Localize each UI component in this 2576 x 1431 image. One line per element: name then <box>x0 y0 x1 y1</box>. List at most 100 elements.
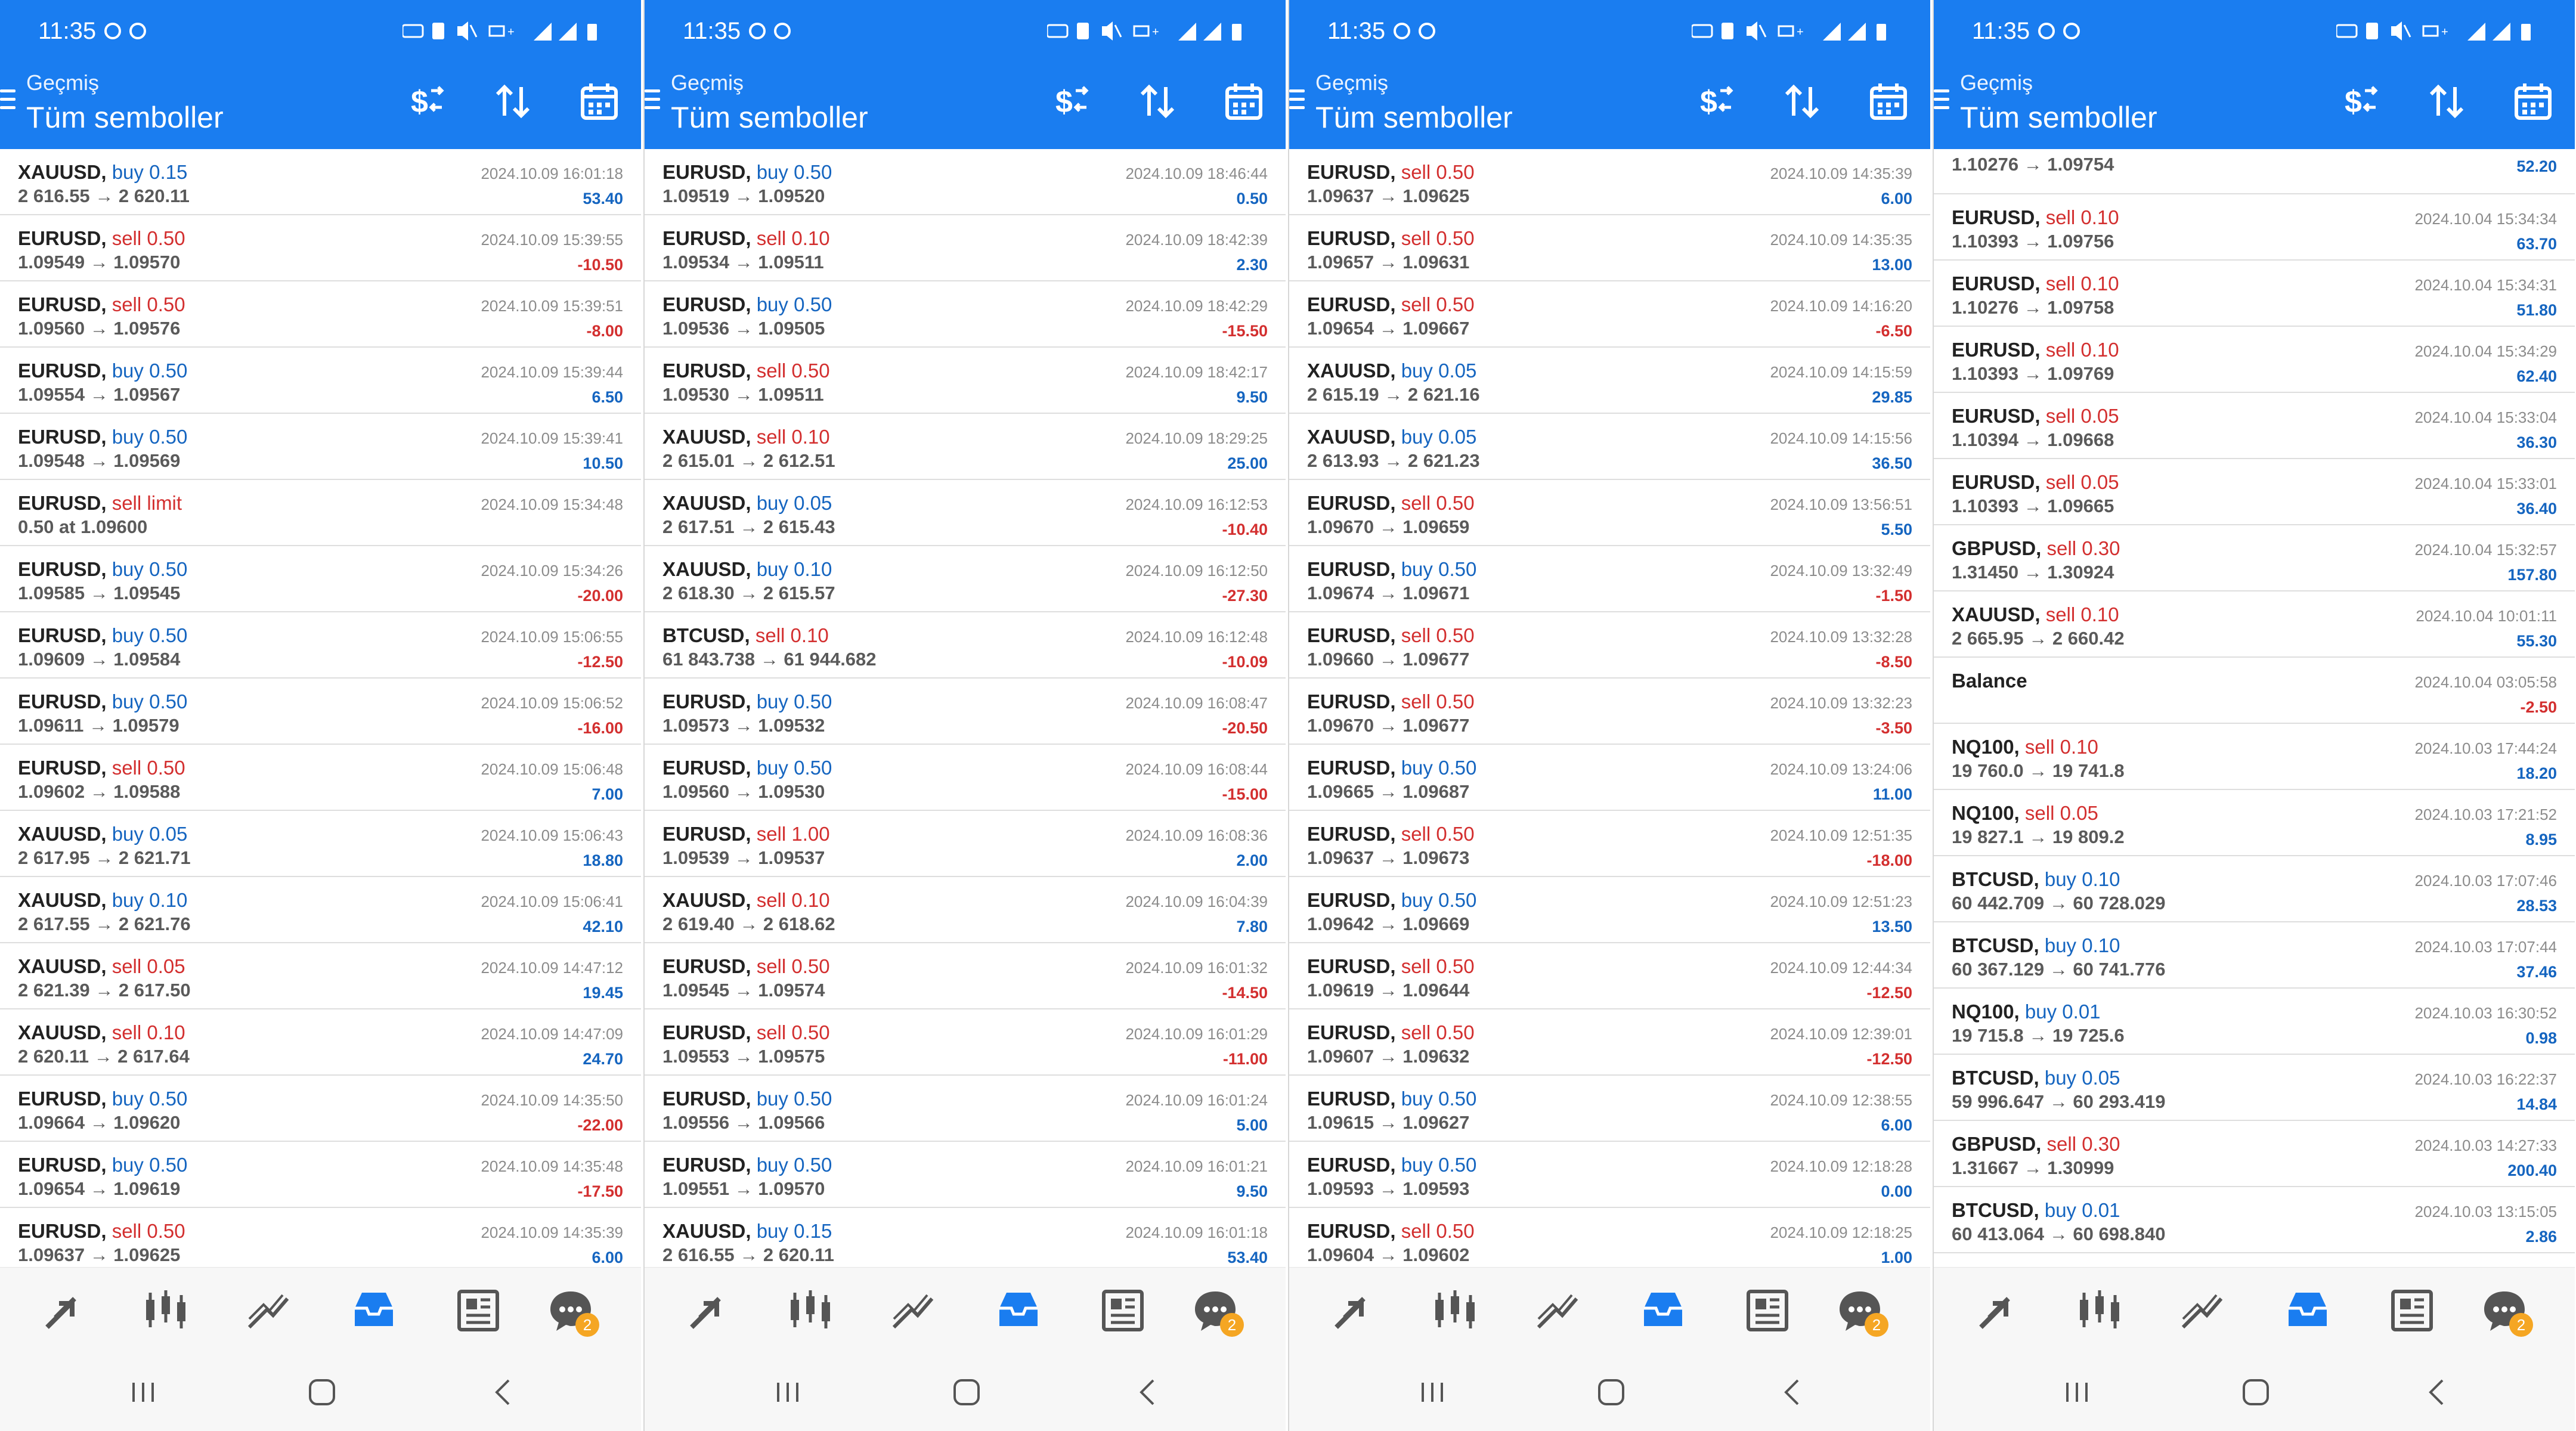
news-nav-icon[interactable] <box>1097 1286 1147 1336</box>
trade-row[interactable]: Balance 2024.10.04 03:05:58 -2.50 <box>1934 658 2575 724</box>
trade-nav-icon[interactable] <box>243 1286 293 1336</box>
chart-nav-icon[interactable] <box>140 1286 190 1336</box>
history-list[interactable]: XAUUSD, buy 0.15 2 616.55 → 2 620.11 202… <box>0 149 641 1267</box>
chart-nav-icon[interactable] <box>785 1286 835 1336</box>
currency-filter-icon[interactable]: $ <box>402 78 450 125</box>
calendar-icon[interactable] <box>575 78 623 125</box>
trade-row[interactable]: EURUSD, buy 0.50 1.09593 → 1.09593 2024.… <box>1289 1142 1930 1208</box>
trade-row[interactable]: EURUSD, sell 1.00 1.09539 → 1.09537 2024… <box>645 811 1286 877</box>
trade-row[interactable]: NQ100, sell 0.05 19 827.1 → 19 809.2 202… <box>1934 790 2575 856</box>
trade-row[interactable]: NQ100, buy 0.01 19 715.8 → 19 725.6 2024… <box>1934 989 2575 1055</box>
header-title[interactable]: Tüm semboller <box>671 100 868 135</box>
trade-row[interactable]: XAUUSD, sell 0.05 2 621.39 → 2 617.50 20… <box>0 943 641 1009</box>
trade-row[interactable]: EURUSD, buy 0.50 1.09548 → 1.09569 2024.… <box>0 414 641 480</box>
chart-nav-icon[interactable] <box>1429 1286 1479 1336</box>
history-list[interactable]: EURUSD, sell 0.50 1.09637 → 1.09625 2024… <box>1289 149 1930 1267</box>
hamburger-menu-icon[interactable] <box>1289 89 1305 113</box>
quotes-nav-icon[interactable] <box>683 1286 733 1336</box>
trade-row[interactable]: EURUSD, sell 0.10 1.09534 → 1.09511 2024… <box>645 215 1286 281</box>
trade-row[interactable]: EURUSD, sell 0.50 1.09670 → 1.09659 2024… <box>1289 480 1930 546</box>
sort-icon[interactable] <box>1778 78 1826 125</box>
trade-row[interactable]: EURUSD, sell 0.50 1.09530 → 1.09511 2024… <box>645 348 1286 414</box>
trade-row[interactable]: XAUUSD, buy 0.10 2 618.30 → 2 615.57 202… <box>645 546 1286 612</box>
trade-row[interactable]: EURUSD, buy 0.50 1.09654 → 1.09619 2024.… <box>0 1142 641 1208</box>
trade-row[interactable]: EURUSD, sell 0.50 1.09657 → 1.09631 2024… <box>1289 215 1930 281</box>
trade-row[interactable]: BTCUSD, buy 0.05 59 996.647 → 60 293.419… <box>1934 1055 2575 1121</box>
trade-row[interactable]: EURUSD, sell 0.50 1.09637 → 1.09673 2024… <box>1289 811 1930 877</box>
hamburger-menu-icon[interactable] <box>645 89 660 113</box>
header-title[interactable]: Tüm semboller <box>26 100 224 135</box>
trade-nav-icon[interactable] <box>2177 1286 2227 1336</box>
home-icon[interactable] <box>1593 1374 1629 1410</box>
recent-apps-icon[interactable] <box>125 1374 161 1410</box>
calendar-icon[interactable] <box>1220 78 1268 125</box>
trade-row[interactable]: EURUSD, buy 0.50 1.09554 → 1.09567 2024.… <box>0 348 641 414</box>
trade-row[interactable]: BTCUSD, buy 0.01 60 413.064 → 60 698.840… <box>1934 1187 2575 1253</box>
news-nav-icon[interactable] <box>1741 1286 1791 1336</box>
home-icon[interactable] <box>304 1374 340 1410</box>
trade-row[interactable]: XAUUSD, buy 0.05 2 615.19 → 2 621.16 202… <box>1289 348 1930 414</box>
trade-row[interactable]: EURUSD, buy 0.50 1.09560 → 1.09530 2024.… <box>645 745 1286 811</box>
quotes-nav-icon[interactable] <box>1973 1286 2023 1336</box>
trade-row[interactable]: EURUSD, buy 0.50 1.09556 → 1.09566 2024.… <box>645 1076 1286 1142</box>
trade-row[interactable]: EURUSD, sell 0.05 1.10394 → 1.09668 2024… <box>1934 393 2575 459</box>
trade-row[interactable]: EURUSD, buy 0.50 1.09585 → 1.09545 2024.… <box>0 546 641 612</box>
messages-nav-icon[interactable]: 2 <box>1835 1286 1888 1337</box>
trade-row[interactable]: EURUSD, sell 0.50 1.09560 → 1.09576 2024… <box>0 281 641 348</box>
history-nav-icon[interactable] <box>2283 1286 2333 1336</box>
trade-row[interactable]: EURUSD, buy 0.50 1.09615 → 1.09627 2024.… <box>1289 1076 1930 1142</box>
trade-row[interactable]: EURUSD, sell 0.50 1.09637 → 1.09625 2024… <box>0 1208 641 1267</box>
hamburger-menu-icon[interactable] <box>1934 89 1949 113</box>
trade-row[interactable]: XAUUSD, sell 0.10 2 665.95 → 2 660.42 20… <box>1934 591 2575 658</box>
trade-row[interactable]: EURUSD, sell 0.10 1.10393 → 1.09756 2024… <box>1934 194 2575 261</box>
trade-row[interactable]: BTCUSD, sell 0.10 61 843.738 → 61 944.68… <box>645 612 1286 679</box>
trade-row[interactable]: XAUUSD, buy 0.10 2 617.55 → 2 621.76 202… <box>0 877 641 943</box>
trade-row[interactable]: EURUSD, buy 0.50 1.09536 → 1.09505 2024.… <box>645 281 1286 348</box>
trade-row[interactable]: BTCUSD, buy 0.01 2024.10.03 13:15:01 <box>1934 1253 2575 1267</box>
trade-row[interactable]: XAUUSD, buy 0.05 2 617.51 → 2 615.43 202… <box>645 480 1286 546</box>
quotes-nav-icon[interactable] <box>39 1286 89 1336</box>
trade-row[interactable]: EURUSD, sell 0.50 1.09604 → 1.09602 2024… <box>1289 1208 1930 1267</box>
trade-row[interactable]: EURUSD, sell 0.50 1.09545 → 1.09574 2024… <box>645 943 1286 1009</box>
trade-row[interactable]: EURUSD, sell 0.50 1.09607 → 1.09632 2024… <box>1289 1009 1930 1076</box>
messages-nav-icon[interactable]: 2 <box>546 1286 599 1337</box>
trade-row[interactable]: XAUUSD, sell 0.10 2 620.11 → 2 617.64 20… <box>0 1009 641 1076</box>
trade-row[interactable]: EURUSD, sell 0.50 1.09549 → 1.09570 2024… <box>0 215 641 281</box>
recent-apps-icon[interactable] <box>770 1374 806 1410</box>
trade-row[interactable]: GBPUSD, sell 0.30 1.31450 → 1.30924 2024… <box>1934 525 2575 591</box>
quotes-nav-icon[interactable] <box>1328 1286 1378 1336</box>
trade-row[interactable]: XAUUSD, sell 0.10 2 615.01 → 2 612.51 20… <box>645 414 1286 480</box>
trade-row[interactable]: EURUSD, buy 0.50 1.09611 → 1.09579 2024.… <box>0 679 641 745</box>
trade-row[interactable]: EURUSD, buy 0.50 1.09664 → 1.09620 2024.… <box>0 1076 641 1142</box>
trade-row[interactable]: EURUSD, sell 0.10 1.10393 → 1.09769 2024… <box>1934 327 2575 393</box>
back-icon[interactable] <box>2420 1374 2456 1410</box>
history-nav-icon[interactable] <box>993 1286 1044 1336</box>
trade-row[interactable]: EURUSD, buy 0.50 1.09609 → 1.09584 2024.… <box>0 612 641 679</box>
trade-row[interactable]: EURUSD, buy 0.50 1.09519 → 1.09520 2024.… <box>645 149 1286 215</box>
back-icon[interactable] <box>1131 1374 1166 1410</box>
trade-row[interactable]: EURUSD, sell 0.50 1.09637 → 1.09625 2024… <box>1289 149 1930 215</box>
hamburger-menu-icon[interactable] <box>0 89 16 113</box>
trade-row[interactable]: EURUSD, sell 0.10 1.10276 → 1.09758 2024… <box>1934 261 2575 327</box>
back-icon[interactable] <box>486 1374 522 1410</box>
news-nav-icon[interactable] <box>2386 1286 2436 1336</box>
back-icon[interactable] <box>1775 1374 1811 1410</box>
trade-row[interactable]: NQ100, sell 0.10 19 760.0 → 19 741.8 202… <box>1934 724 2575 790</box>
home-icon[interactable] <box>2238 1374 2274 1410</box>
trade-row[interactable]: XAUUSD, buy 0.05 2 617.95 → 2 621.71 202… <box>0 811 641 877</box>
trade-row[interactable]: 1.10276 → 1.09754 52.20 <box>1934 149 2575 194</box>
news-nav-icon[interactable] <box>452 1286 502 1336</box>
messages-nav-icon[interactable]: 2 <box>1190 1286 1244 1337</box>
calendar-icon[interactable] <box>1865 78 1912 125</box>
trade-row[interactable]: EURUSD, sell 0.50 1.09670 → 1.09677 2024… <box>1289 679 1930 745</box>
trade-row[interactable]: EURUSD, sell 0.05 1.10393 → 1.09665 2024… <box>1934 459 2575 525</box>
currency-filter-icon[interactable]: $ <box>1692 78 1739 125</box>
trade-row[interactable]: XAUUSD, buy 0.15 2 616.55 → 2 620.11 202… <box>645 1208 1286 1267</box>
trade-row[interactable]: EURUSD, sell 0.50 1.09619 → 1.09644 2024… <box>1289 943 1930 1009</box>
trade-row[interactable]: EURUSD, sell limit 0.50 at 1.09600 2024.… <box>0 480 641 546</box>
trade-row[interactable]: EURUSD, buy 0.50 1.09551 → 1.09570 2024.… <box>645 1142 1286 1208</box>
trade-row[interactable]: GBPUSD, sell 0.30 1.31667 → 1.30999 2024… <box>1934 1121 2575 1187</box>
trade-row[interactable]: EURUSD, sell 0.50 1.09602 → 1.09588 2024… <box>0 745 641 811</box>
sort-icon[interactable] <box>2423 78 2470 125</box>
trade-row[interactable]: BTCUSD, buy 0.10 60 367.129 → 60 741.776… <box>1934 922 2575 989</box>
